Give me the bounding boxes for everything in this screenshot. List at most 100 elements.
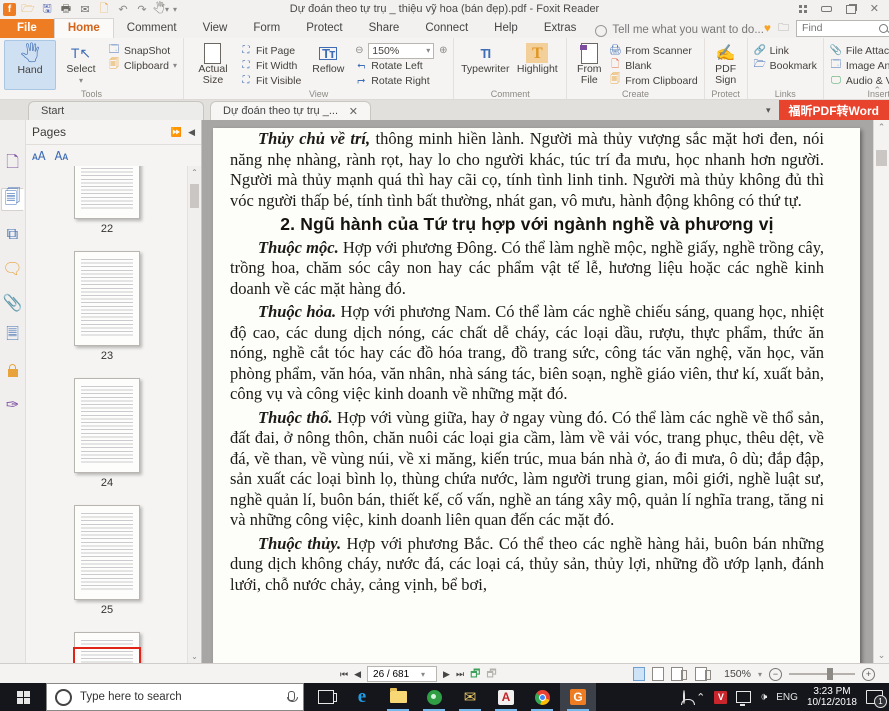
scroll-down-icon[interactable]: ⌄ — [874, 650, 889, 661]
tell-me-search[interactable]: Tell me what you want to do... — [595, 24, 764, 38]
page-number-input[interactable] — [371, 668, 421, 681]
email-icon[interactable]: ✉ — [78, 2, 92, 16]
chevron-down-icon[interactable]: ▾ — [766, 105, 771, 116]
facing-view-icon[interactable] — [671, 667, 683, 681]
page-thumbnail-25[interactable] — [74, 505, 140, 600]
rotate-right-button[interactable]: ⮣ Rotate Right — [353, 73, 449, 88]
clipboard-button[interactable]: 🗐 Clipboard ▾ — [106, 58, 179, 73]
tab-view[interactable]: View — [190, 19, 241, 38]
action-center-icon[interactable]: 1 — [866, 690, 883, 704]
collapse-panel-icon[interactable]: ◀ — [188, 127, 195, 138]
scroll-up-icon[interactable]: ⌃ — [188, 168, 201, 177]
single-page-view-icon[interactable] — [633, 667, 645, 681]
clock[interactable]: 3:23 PM 10/12/2018 — [807, 686, 857, 708]
undo-icon[interactable]: ↶ — [116, 2, 130, 16]
zoom-in-button[interactable]: + — [862, 668, 875, 681]
chrome-taskbar-button[interactable] — [524, 683, 560, 711]
foxit-logo-icon[interactable]: f — [3, 3, 16, 16]
page-thumbnail-22[interactable] — [74, 166, 140, 219]
zoom-out-button[interactable]: − — [769, 668, 782, 681]
from-scanner-button[interactable]: 🖨 From Scanner — [607, 43, 699, 58]
people-tray-icon[interactable] — [683, 691, 687, 703]
first-page-button[interactable]: ⏮ — [340, 669, 348, 680]
green-app-taskbar-button[interactable] — [416, 683, 452, 711]
pages-panel-icon[interactable]: 🗐 — [1, 188, 24, 211]
save-icon[interactable]: 🖫 — [40, 2, 54, 16]
hand-tool-button[interactable]: 🖑 Hand — [4, 40, 56, 90]
fit-page-button[interactable]: ⛶ Fit Page — [238, 43, 303, 58]
pdf-sign-button[interactable]: ✍ PDF Sign — [709, 40, 743, 88]
start-button[interactable] — [0, 683, 46, 711]
open-file-icon[interactable]: 🗁 — [21, 2, 35, 16]
scrollbar-thumb[interactable] — [190, 184, 199, 208]
network-icon[interactable] — [736, 691, 751, 703]
foxit-taskbar-button[interactable]: G — [560, 683, 596, 711]
snapshot-button[interactable]: 🗔 SnapShot — [106, 43, 179, 58]
from-clipboard-button[interactable]: 🗐 From Clipboard — [607, 73, 699, 88]
connected-pdf-icon[interactable]: 🗏 — [2, 326, 23, 347]
show-hidden-icons[interactable]: ⌃ — [696, 691, 705, 704]
scrollbar-thumb[interactable] — [876, 150, 887, 166]
enlarge-thumbnails-icon[interactable]: 🗚 — [32, 149, 46, 164]
print-icon[interactable]: 🖶 — [59, 2, 73, 16]
zoom-combobox[interactable]: 150% ▾ — [368, 43, 434, 59]
search-folder-icon[interactable]: 🗀 — [778, 19, 789, 38]
reduce-thumbnails-icon[interactable]: 🗛 — [55, 149, 69, 164]
task-view-button[interactable] — [308, 683, 344, 711]
fit-width-button[interactable]: ⛶ Fit Width — [238, 58, 303, 73]
select-tool-button[interactable]: T↖ Select ▾ — [56, 40, 106, 88]
taskbar-search[interactable]: Type here to search — [46, 683, 304, 711]
tile-windows-button[interactable] — [799, 5, 807, 13]
link-button[interactable]: 🔗 Link — [752, 43, 819, 58]
continuous-view-icon[interactable] — [652, 667, 664, 681]
actual-size-button[interactable]: Actual Size — [188, 40, 238, 88]
document-view[interactable]: Thủy chủ về trí, thông minh hiền lành. N… — [202, 120, 889, 663]
next-view-icon[interactable]: 🗗 — [486, 665, 496, 684]
page-number-field[interactable]: ▾ — [367, 666, 437, 682]
highlight-button[interactable]: T Highlight — [512, 40, 562, 88]
document-scrollbar[interactable]: ⌃ ⌄ — [873, 120, 889, 663]
minimize-button[interactable] — [821, 6, 832, 12]
edge-taskbar-button[interactable]: e — [344, 683, 380, 711]
tab-share[interactable]: Share — [356, 19, 413, 38]
collapse-ribbon-icon[interactable]: ⌃ — [873, 85, 881, 96]
comments-panel-icon[interactable]: 🗨 — [2, 258, 23, 279]
zoom-slider[interactable] — [789, 673, 855, 675]
mail-taskbar-button[interactable]: ✉ — [452, 683, 488, 711]
blank-button[interactable]: 🗋 Blank — [607, 58, 699, 73]
favorite-heart-icon[interactable]: ♥ — [764, 21, 771, 35]
tab-home[interactable]: Home — [54, 18, 114, 38]
volume-icon[interactable]: 🕩 — [760, 691, 767, 704]
tab-file[interactable]: File — [0, 19, 54, 38]
zoom-in-icon[interactable]: ⊕ — [437, 45, 449, 57]
bookmarks-panel-icon[interactable]: 🗋 — [2, 154, 23, 175]
attachments-panel-icon[interactable]: 📎 — [2, 292, 23, 313]
vmware-tray-icon[interactable]: V — [714, 691, 727, 704]
scroll-down-icon[interactable]: ⌄ — [188, 652, 201, 661]
find-input[interactable] — [800, 21, 879, 35]
tab-help[interactable]: Help — [481, 19, 531, 38]
find-box[interactable] — [796, 20, 889, 37]
from-file-button[interactable]: From File — [571, 40, 607, 88]
pdf-to-word-button[interactable]: 福昕PDF转Word — [779, 100, 889, 120]
redo-icon[interactable]: ↷ — [135, 2, 149, 16]
close-tab-icon[interactable]: ✕ — [349, 105, 358, 118]
page-thumbnail-24[interactable] — [74, 378, 140, 473]
last-page-button[interactable]: ⏭ — [456, 669, 464, 680]
file-explorer-taskbar-button[interactable] — [380, 683, 416, 711]
zoom-slider-thumb[interactable] — [827, 668, 833, 680]
new-document-icon[interactable]: 🗋 — [97, 2, 111, 16]
zoom-dropdown-icon[interactable]: ▾ — [758, 670, 762, 679]
quick-sign-icon[interactable]: 🖑▾ — [154, 2, 168, 16]
tab-connect[interactable]: Connect — [412, 19, 481, 38]
panel-scrollbar[interactable]: ⌃ ⌄ — [187, 166, 201, 663]
previous-view-icon[interactable]: 🗗 — [470, 665, 480, 684]
customize-toolbar-icon[interactable]: ▾ — [173, 5, 177, 14]
start-tab[interactable]: Start — [28, 101, 204, 120]
microphone-icon[interactable] — [288, 691, 295, 701]
page-thumbnail-26[interactable] — [74, 632, 140, 663]
language-indicator[interactable]: ENG — [776, 692, 798, 703]
facing-continuous-view-icon[interactable] — [695, 667, 707, 681]
close-button[interactable]: ✕ — [870, 4, 879, 14]
autocad-taskbar-button[interactable]: A — [488, 683, 524, 711]
